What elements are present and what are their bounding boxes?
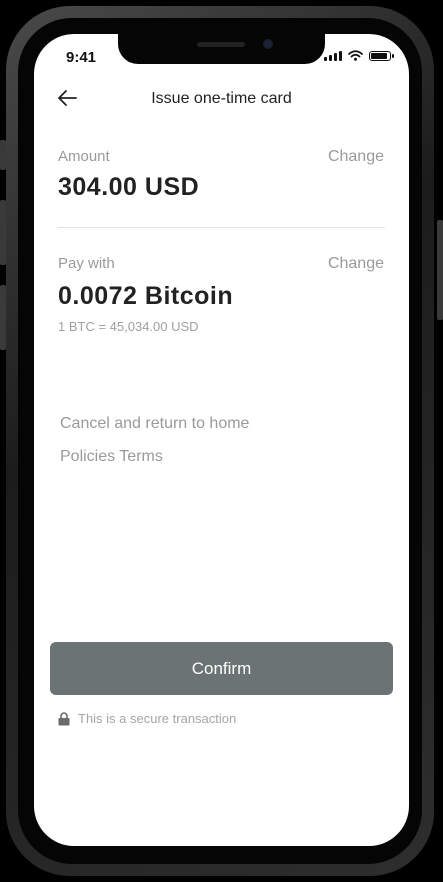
speaker-grille [197, 42, 245, 47]
page-title: Issue one-time card [151, 90, 292, 107]
terms-link[interactable]: Terms [119, 448, 163, 465]
pay-with-value: 0.0072 Bitcoin [58, 282, 234, 310]
pay-with-change-link[interactable]: Change [328, 255, 384, 273]
policy-links: Policies Terms [60, 448, 163, 466]
pay-with-label: Pay with [58, 255, 115, 272]
secure-transaction-note: This is a secure transaction [58, 711, 236, 726]
policies-link[interactable]: Policies [60, 448, 115, 465]
cancel-return-home-link[interactable]: Cancel and return to home [60, 415, 249, 433]
volume-down-button [0, 285, 6, 350]
status-time: 9:41 [66, 49, 97, 66]
power-button [437, 220, 443, 320]
confirm-button[interactable]: Confirm [50, 642, 393, 695]
divider [58, 227, 385, 228]
notch [118, 34, 325, 64]
status-icons [324, 50, 394, 61]
secure-note-text: This is a secure transaction [78, 711, 237, 726]
cellular-signal-icon [324, 50, 342, 61]
exchange-rate: 1 BTC = 45,034.00 USD [58, 319, 199, 334]
screen: 9:41 Issue one-time card Amount Change 3… [34, 34, 409, 846]
front-camera [263, 39, 273, 49]
amount-value: 304.00 USD [58, 173, 200, 201]
wifi-icon [348, 50, 363, 61]
amount-change-link[interactable]: Change [328, 148, 384, 166]
lock-icon [58, 711, 70, 725]
battery-icon [369, 50, 394, 61]
volume-up-button [0, 200, 6, 265]
mute-switch [0, 140, 6, 170]
amount-label: Amount [58, 148, 110, 165]
header: Issue one-time card [34, 84, 409, 114]
